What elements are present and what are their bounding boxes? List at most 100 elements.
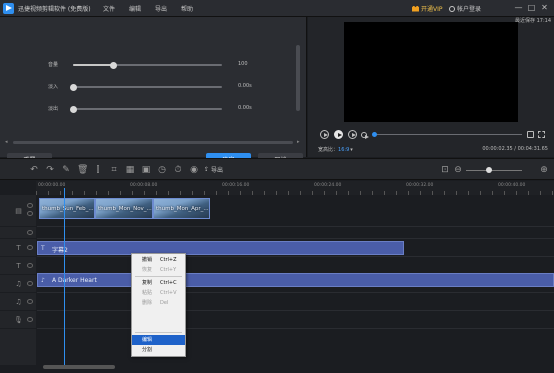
- ctx-delete[interactable]: 删除 Del: [132, 298, 185, 308]
- split-icon[interactable]: ⫿: [93, 165, 103, 175]
- menu-file[interactable]: 文件: [103, 4, 115, 13]
- delete-icon[interactable]: 🗑: [77, 165, 88, 175]
- ctx-copy[interactable]: 复制 Ctrl+C: [132, 278, 185, 288]
- clip-name: thumb_Mon_Nov_...: [98, 206, 152, 212]
- app-title: 迅捷视频剪辑软件 (免费版): [18, 6, 91, 13]
- lock-icon[interactable]: [27, 299, 33, 304]
- login-label: 帐户登录: [457, 6, 482, 13]
- playback-progress-handle[interactable]: [372, 132, 377, 137]
- voice-track-header: 🎙: [0, 311, 36, 329]
- audio-clip[interactable]: ♪ A Darker Heart: [37, 273, 554, 287]
- fade-in-value: 0.00s: [238, 83, 252, 89]
- maximize-button[interactable]: □: [527, 3, 536, 13]
- track-headers: ▤ T T ♫ ♫ 🎙: [0, 195, 36, 365]
- duration-icon[interactable]: ⏱: [173, 165, 183, 175]
- zoom-slider-handle[interactable]: [486, 167, 492, 173]
- undo-icon[interactable]: ↶: [29, 165, 39, 175]
- vip-button[interactable]: 开通VIP: [412, 4, 443, 13]
- timeline-horizontal-scrollbar[interactable]: [43, 365, 115, 369]
- music-lane: ♪ A Darker Heart: [37, 273, 554, 293]
- scroll-right-icon[interactable]: ▸: [297, 139, 300, 145]
- video-clip[interactable]: thumb_Mon_Nov_...: [95, 198, 153, 219]
- mosaic-icon[interactable]: ▦: [125, 165, 135, 175]
- ctx-redo[interactable]: 恢复 Ctrl+Y: [132, 265, 185, 275]
- prev-frame-icon[interactable]: [320, 130, 329, 139]
- record-icon[interactable]: ◉: [189, 165, 199, 175]
- video-clip[interactable]: thumb_Mon_Apr_...: [153, 198, 210, 219]
- panel-horizontal-scrollbar[interactable]: [13, 141, 293, 144]
- speed-icon[interactable]: ◷: [157, 165, 167, 175]
- minimize-button[interactable]: —: [514, 3, 523, 13]
- text-icon: T: [16, 244, 21, 252]
- play-icon[interactable]: [334, 130, 343, 139]
- subtitle-clip[interactable]: T 字幕2: [37, 241, 404, 255]
- close-button[interactable]: ✕: [540, 3, 549, 13]
- audio-clip-label: A Darker Heart: [52, 277, 97, 284]
- lock-icon[interactable]: [27, 245, 33, 250]
- playhead[interactable]: [64, 188, 65, 366]
- edit-icon[interactable]: ✎: [61, 165, 71, 175]
- volume-slider-handle[interactable]: [109, 61, 117, 69]
- scroll-left-icon[interactable]: ◂: [5, 139, 8, 145]
- lock-icon[interactable]: [27, 281, 33, 286]
- ctx-undo[interactable]: 撤销 Ctrl+Z: [132, 255, 185, 265]
- ruler-label: 00:00:08.00: [130, 183, 158, 188]
- panel-vertical-scrollbar[interactable]: [296, 45, 300, 111]
- export-button[interactable]: ⇪ 导出: [204, 165, 223, 174]
- lock-icon[interactable]: [27, 230, 33, 235]
- aspect-ratio-selector[interactable]: 宽高比：16:9▾: [318, 146, 353, 153]
- timeline-ruler[interactable]: 00:00:00.00 00:00:08.00 00:00:16.00 00:0…: [36, 181, 554, 195]
- context-menu: 撤销 Ctrl+Z 恢复 Ctrl+Y 复制 Ctrl+C 粘贴 Ctrl+V …: [131, 253, 186, 357]
- fade-in-slider[interactable]: [69, 83, 222, 91]
- crop-icon[interactable]: ⌗: [109, 165, 119, 175]
- lock-icon[interactable]: [27, 317, 33, 322]
- ctx-separator: [135, 276, 182, 277]
- volume-icon[interactable]: [527, 131, 534, 138]
- playback-progress-bar[interactable]: [374, 134, 522, 135]
- visibility-icon[interactable]: [27, 211, 33, 216]
- audio-properties-panel: 音量 100 淡入 0.00s 淡出 0.00s ◂ ▸ 重置 确定 取消: [0, 17, 307, 169]
- ctx-split[interactable]: 分割: [132, 345, 185, 355]
- timeline-toolbar: ↶ ↷ ✎ 🗑 ⫿ ⌗ ▦ ▣ ◷ ⏱ ◉ ⇪ 导出 ⊡ ⊖ ⊕: [0, 158, 554, 180]
- text-clip-icon: T: [41, 245, 45, 252]
- ctx-paste[interactable]: 粘贴 Ctrl+V: [132, 288, 185, 298]
- fade-out-slider-handle[interactable]: [69, 105, 77, 113]
- stop-icon[interactable]: [361, 132, 369, 139]
- menu-edit[interactable]: 编辑: [129, 4, 141, 13]
- menu-help[interactable]: 帮助: [181, 4, 193, 13]
- zoom-in-icon[interactable]: ⊕: [539, 165, 549, 175]
- fade-out-slider[interactable]: [69, 105, 222, 113]
- text-icon: T: [16, 262, 21, 270]
- music-clip-icon: ♪: [41, 277, 45, 284]
- fit-timeline-icon[interactable]: ⊡: [440, 165, 450, 175]
- video-track-2-header: [0, 227, 36, 239]
- user-icon: [449, 5, 455, 12]
- video-lane-2: [37, 227, 554, 239]
- login-button[interactable]: 帐户登录: [449, 4, 481, 13]
- music-icon: ♫: [15, 280, 22, 288]
- fullscreen-icon[interactable]: [538, 131, 545, 138]
- preview-panel: 最近保存 17:14 宽高比：16:9▾ 00:00:02.35 / 00:04…: [308, 17, 554, 157]
- menu-export[interactable]: 导出: [155, 4, 167, 13]
- fade-out-value: 0.00s: [238, 105, 252, 111]
- freeze-icon[interactable]: ▣: [141, 165, 151, 175]
- fade-out-label: 淡出: [48, 106, 59, 112]
- video-clip[interactable]: thumb_Sun_Feb_...: [39, 198, 95, 219]
- zoom-out-icon[interactable]: ⊖: [453, 165, 463, 175]
- redo-icon[interactable]: ↷: [45, 165, 55, 175]
- fade-in-row: 淡入 0.00s: [0, 82, 300, 92]
- next-frame-icon[interactable]: [348, 130, 357, 139]
- lock-icon[interactable]: [27, 263, 33, 268]
- lock-icon[interactable]: [27, 203, 33, 208]
- microphone-icon: 🎙: [14, 316, 23, 324]
- fade-in-label: 淡入: [48, 84, 59, 90]
- volume-slider[interactable]: [73, 61, 222, 69]
- ctx-edit[interactable]: 编辑: [132, 335, 185, 345]
- fade-in-slider-handle[interactable]: [69, 83, 77, 91]
- clip-name: thumb_Mon_Apr_...: [156, 206, 209, 212]
- clip-name: thumb_Sun_Feb_...: [42, 206, 94, 212]
- preview-screen[interactable]: [344, 22, 518, 122]
- volume-row: 音量 100: [0, 60, 300, 70]
- zoom-slider[interactable]: [466, 170, 522, 171]
- timecode: 00:00:02.35 / 00:04:31.65: [482, 146, 548, 152]
